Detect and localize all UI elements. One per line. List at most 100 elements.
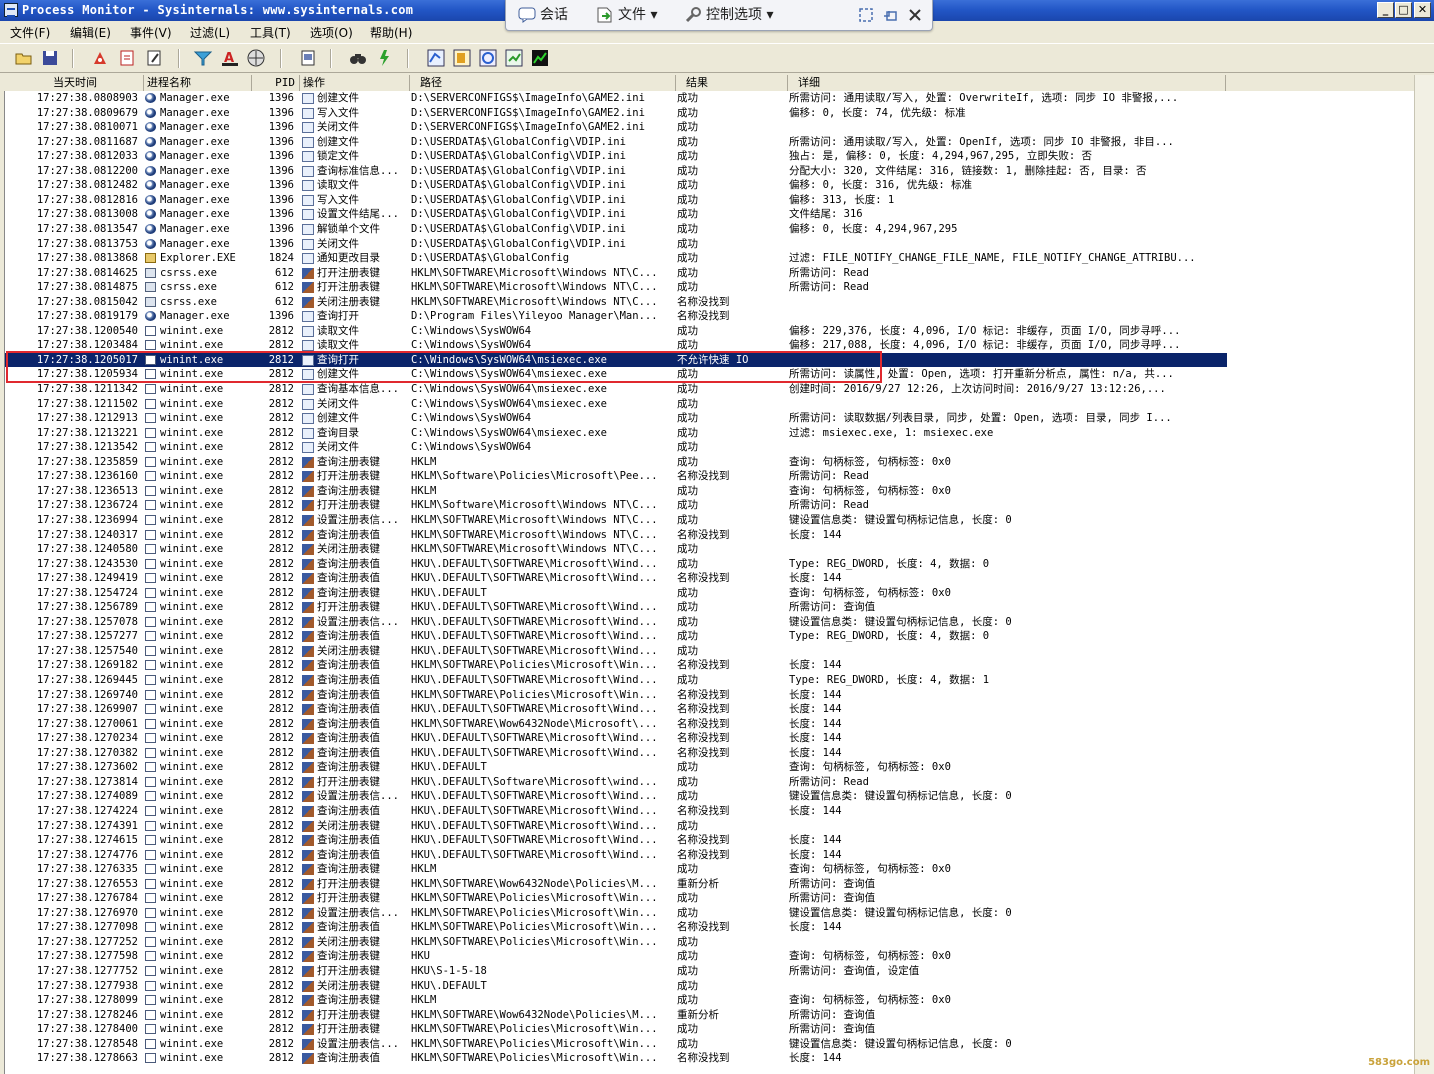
- table-row[interactable]: 17:27:38.0808903 Manager.exe 1396 创建文件 D:\SE…: [5, 91, 1227, 106]
- table-row[interactable]: 17:27:38.0813753 Manager.exe 1396 关闭文件 D:\US…: [5, 237, 1227, 252]
- table-row[interactable]: 17:27:38.1274089 winint.exe 2812 设置注册表信... H…: [5, 789, 1227, 804]
- menu-tools[interactable]: 工具(T): [250, 24, 291, 41]
- col-operation[interactable]: 操作: [300, 75, 410, 91]
- col-process-name[interactable]: 进程名称: [144, 75, 252, 91]
- table-row[interactable]: 17:27:38.1211342 winint.exe 2812 查询基本信息... C…: [5, 382, 1227, 397]
- capture-icon[interactable]: [90, 48, 110, 68]
- filter-icon[interactable]: [193, 48, 213, 68]
- table-row[interactable]: 17:27:38.1276553 winint.exe 2812 打开注册表键 HKLM…: [5, 877, 1227, 892]
- table-row[interactable]: 17:27:38.1269907 winint.exe 2812 查询注册表值 HKU\…: [5, 702, 1227, 717]
- col-pid[interactable]: PID: [252, 75, 300, 91]
- table-row[interactable]: 17:27:38.1276784 winint.exe 2812 打开注册表键 HKLM…: [5, 891, 1227, 906]
- table-row[interactable]: 17:27:38.1277598 winint.exe 2812 查询注册表键 HKU 成…: [5, 949, 1227, 964]
- close-button[interactable]: ✕: [1414, 2, 1431, 18]
- table-row[interactable]: 17:27:38.0811687 Manager.exe 1396 创建文件 D:\US…: [5, 135, 1227, 150]
- table-row[interactable]: 17:27:38.1274224 winint.exe 2812 查询注册表值 HKU\…: [5, 804, 1227, 819]
- maximize-button[interactable]: □: [1395, 2, 1412, 18]
- table-row[interactable]: 17:27:38.1240580 winint.exe 2812 关闭注册表键 HKLM…: [5, 542, 1227, 557]
- table-row[interactable]: 17:27:38.1257540 winint.exe 2812 关闭注册表键 HKU\…: [5, 644, 1227, 659]
- table-row[interactable]: 17:27:38.1276970 winint.exe 2812 设置注册表信... H…: [5, 906, 1227, 921]
- table-row[interactable]: 17:27:38.1211502 winint.exe 2812 关闭文件 C:\Win…: [5, 397, 1227, 412]
- event-list[interactable]: 17:27:38.0808903 Manager.exe 1396 创建文件 D:\SE…: [4, 91, 1415, 1074]
- table-row[interactable]: 17:27:38.1273602 winint.exe 2812 查询注册表键 HKU\…: [5, 760, 1227, 775]
- process-activity-icon[interactable]: [504, 48, 524, 68]
- col-time[interactable]: 当天时间: [4, 75, 144, 91]
- table-row[interactable]: 17:27:38.1236160 winint.exe 2812 打开注册表键 HKLM…: [5, 469, 1227, 484]
- table-row[interactable]: 17:27:38.1277938 winint.exe 2812 关闭注册表键 HKU\…: [5, 979, 1227, 994]
- menu-file[interactable]: 文件(F): [10, 24, 50, 41]
- table-row[interactable]: 17:27:38.1277098 winint.exe 2812 查询注册表值 HKLM…: [5, 920, 1227, 935]
- include-process-icon[interactable]: [246, 48, 266, 68]
- table-row[interactable]: 17:27:38.1278246 winint.exe 2812 打开注册表键 HKLM…: [5, 1008, 1227, 1023]
- col-detail[interactable]: 详细: [788, 75, 1226, 91]
- table-row[interactable]: 17:27:38.0814625 csrss.exe 612 打开注册表键 HKLM\S…: [5, 266, 1227, 281]
- table-row[interactable]: 17:27:38.1236724 winint.exe 2812 打开注册表键 HKLM…: [5, 498, 1227, 513]
- table-row[interactable]: 17:27:38.1257078 winint.exe 2812 设置注册表信... H…: [5, 615, 1227, 630]
- table-row[interactable]: 17:27:38.0813008 Manager.exe 1396 设置文件结尾...…: [5, 207, 1227, 222]
- table-row[interactable]: 17:27:38.1270234 winint.exe 2812 查询注册表值 HKU\…: [5, 731, 1227, 746]
- table-row[interactable]: 17:27:38.1257277 winint.exe 2812 查询注册表值 HKU\…: [5, 629, 1227, 644]
- table-row[interactable]: 17:27:38.1269182 winint.exe 2812 查询注册表值 HKLM…: [5, 658, 1227, 673]
- col-path[interactable]: 路径: [410, 75, 676, 91]
- table-row[interactable]: 17:27:38.1236513 winint.exe 2812 查询注册表键 HKLM…: [5, 484, 1227, 499]
- table-row[interactable]: 17:27:38.1249419 winint.exe 2812 查询注册表值 HKU\…: [5, 571, 1227, 586]
- table-row[interactable]: 17:27:38.1256789 winint.exe 2812 打开注册表键 HKU\…: [5, 600, 1227, 615]
- find-icon[interactable]: [348, 48, 368, 68]
- network-activity-icon[interactable]: [478, 48, 498, 68]
- table-row[interactable]: 17:27:38.1278400 winint.exe 2812 打开注册表键 HKLM…: [5, 1022, 1227, 1037]
- table-row[interactable]: 17:27:38.1270061 winint.exe 2812 查询注册表值 HKLM…: [5, 717, 1227, 732]
- table-row[interactable]: 17:27:38.1276335 winint.exe 2812 查询注册表键 HKLM…: [5, 862, 1227, 877]
- table-row[interactable]: 17:27:38.0812200 Manager.exe 1396 查询标准信息...…: [5, 164, 1227, 179]
- table-row[interactable]: 17:27:38.0810071 Manager.exe 1396 关闭文件 D:\SE…: [5, 120, 1227, 135]
- table-row[interactable]: 17:27:38.1269445 winint.exe 2812 查询注册表值 HKU\…: [5, 673, 1227, 688]
- file-activity-icon[interactable]: [452, 48, 472, 68]
- table-row[interactable]: 17:27:38.0809679 Manager.exe 1396 写入文件 D:\SE…: [5, 106, 1227, 121]
- highlight-icon[interactable]: A: [220, 48, 240, 68]
- table-row[interactable]: 17:27:38.1213221 winint.exe 2812 查询目录 C:\Win…: [5, 426, 1227, 441]
- table-row[interactable]: 17:27:38.1240317 winint.exe 2812 查询注册表值 HKLM…: [5, 528, 1227, 543]
- table-row[interactable]: 17:27:38.1277252 winint.exe 2812 关闭注册表键 HKLM…: [5, 935, 1227, 950]
- menu-options[interactable]: 选项(O): [310, 24, 353, 41]
- clear-icon[interactable]: [144, 48, 164, 68]
- profiling-icon[interactable]: [530, 48, 550, 68]
- table-row[interactable]: 17:27:38.1200540 winint.exe 2812 读取文件 C:\Win…: [5, 324, 1227, 339]
- table-row[interactable]: 17:27:38.0814875 csrss.exe 612 打开注册表键 HKLM\S…: [5, 280, 1227, 295]
- registry-activity-icon[interactable]: [426, 48, 446, 68]
- table-row[interactable]: 17:27:38.1278099 winint.exe 2812 查询注册表键 HKLM…: [5, 993, 1227, 1008]
- table-row[interactable]: 17:27:38.1213542 winint.exe 2812 关闭文件 C:\Win…: [5, 440, 1227, 455]
- table-row[interactable]: 17:27:38.1270382 winint.exe 2812 查询注册表值 HKU\…: [5, 746, 1227, 761]
- table-row[interactable]: 17:27:38.1273814 winint.exe 2812 打开注册表键 HKU\…: [5, 775, 1227, 790]
- menu-help[interactable]: 帮助(H): [370, 24, 412, 41]
- table-row[interactable]: 17:27:38.1274615 winint.exe 2812 查询注册表值 HKU\…: [5, 833, 1227, 848]
- table-row[interactable]: 17:27:38.1274776 winint.exe 2812 查询注册表值 HKU\…: [5, 848, 1227, 863]
- table-row[interactable]: 17:27:38.0815042 csrss.exe 612 关闭注册表键 HKLM\S…: [5, 295, 1227, 310]
- properties-icon[interactable]: [298, 48, 318, 68]
- table-row[interactable]: 17:27:38.0819179 Manager.exe 1396 查询打开 D:\Pr…: [5, 309, 1227, 324]
- open-icon[interactable]: [14, 48, 34, 68]
- menu-event[interactable]: 事件(V): [130, 24, 172, 41]
- table-row[interactable]: 17:27:38.1278663 winint.exe 2812 查询注册表值 HKLM…: [5, 1051, 1227, 1066]
- jump-icon[interactable]: [374, 48, 394, 68]
- col-result[interactable]: 结果: [676, 75, 788, 91]
- close-session-icon[interactable]: [908, 8, 922, 22]
- table-row[interactable]: 17:27:38.1235859 winint.exe 2812 查询注册表键 HKLM…: [5, 455, 1227, 470]
- menu-edit[interactable]: 编辑(E): [70, 24, 111, 41]
- save-icon[interactable]: [40, 48, 60, 68]
- menu-filter[interactable]: 过滤(L): [190, 24, 230, 41]
- table-row[interactable]: 17:27:38.0812816 Manager.exe 1396 写入文件 D:\US…: [5, 193, 1227, 208]
- table-row[interactable]: 17:27:38.1243530 winint.exe 2812 查询注册表值 HKU\…: [5, 557, 1227, 572]
- table-row[interactable]: 17:27:38.1278548 winint.exe 2812 设置注册表信... H…: [5, 1037, 1227, 1052]
- table-row[interactable]: 17:27:38.0813868 Explorer.EXE 1824 通知更改目录 D:…: [5, 251, 1227, 266]
- table-row[interactable]: 17:27:38.1236994 winint.exe 2812 设置注册表信... H…: [5, 513, 1227, 528]
- autoscroll-icon[interactable]: [117, 48, 137, 68]
- table-row[interactable]: 17:27:38.0813547 Manager.exe 1396 解锁单个文件 D:\…: [5, 222, 1227, 237]
- table-row[interactable]: 17:27:38.1269740 winint.exe 2812 查询注册表值 HKLM…: [5, 688, 1227, 703]
- table-row[interactable]: 17:27:38.0812033 Manager.exe 1396 锁定文件 D:\US…: [5, 149, 1227, 164]
- table-row[interactable]: 17:27:38.1212913 winint.exe 2812 创建文件 C:\Win…: [5, 411, 1227, 426]
- table-row[interactable]: 17:27:38.1274391 winint.exe 2812 关闭注册表键 HKU\…: [5, 819, 1227, 834]
- table-row[interactable]: 17:27:38.1277752 winint.exe 2812 打开注册表键 HKU\…: [5, 964, 1227, 979]
- vertical-scrollbar[interactable]: [1414, 75, 1434, 1074]
- table-row[interactable]: 17:27:38.1254724 winint.exe 2812 查询注册表键 HKU\…: [5, 586, 1227, 601]
- table-row[interactable]: 17:27:38.0812482 Manager.exe 1396 读取文件 D:\US…: [5, 178, 1227, 193]
- minimize-button[interactable]: _: [1377, 2, 1394, 18]
